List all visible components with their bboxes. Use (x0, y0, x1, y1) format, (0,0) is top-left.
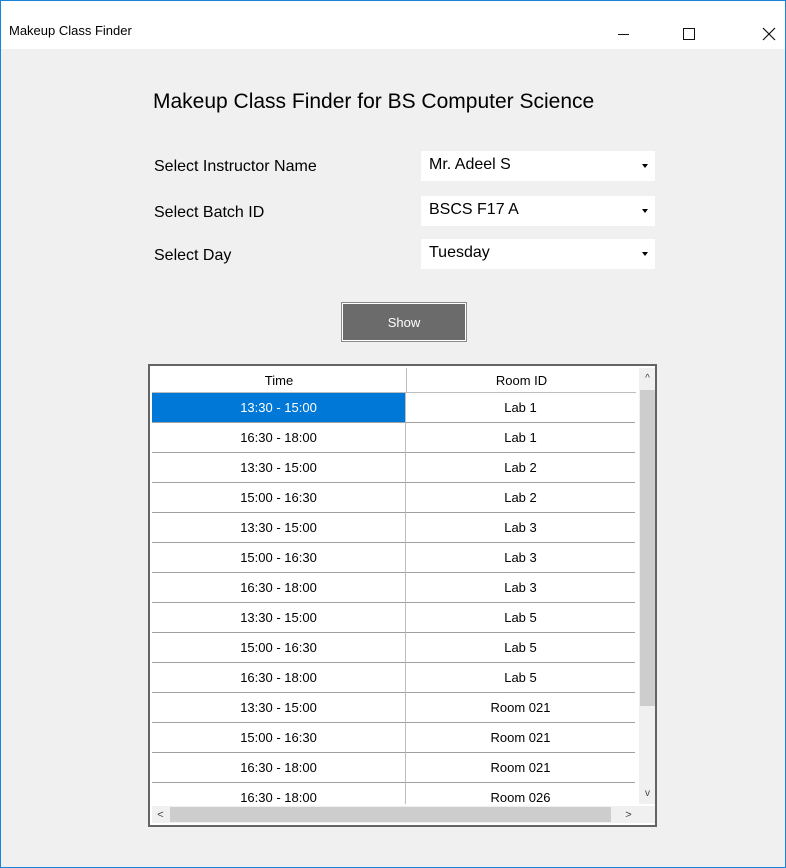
minimize-icon (617, 33, 629, 35)
instructor-select[interactable]: Mr. Adeel S (421, 151, 655, 181)
grid-viewport: Time Room ID 13:30 - 15:00 Lab 1 16:30 - 1… (152, 368, 636, 804)
scroll-down-icon[interactable]: v (639, 785, 655, 802)
app-window: Makeup Class Finder Makeup Class Finder … (0, 0, 786, 868)
show-button[interactable]: Show (341, 302, 467, 342)
time-cell[interactable]: 15:00 - 16:30 (152, 723, 406, 753)
room-id-cell[interactable]: Lab 3 (406, 573, 635, 603)
table-row[interactable]: 13:30 - 15:00 Lab 2 (152, 453, 636, 483)
results-grid[interactable]: Time Room ID 13:30 - 15:00 Lab 1 16:30 - 1… (148, 364, 657, 827)
scroll-left-icon[interactable]: < (152, 806, 169, 823)
instructor-select-value: Mr. Adeel S (429, 156, 511, 173)
table-row[interactable]: 16:30 - 18:00 Lab 3 (152, 573, 636, 603)
time-cell[interactable]: 13:30 - 15:00 (152, 513, 406, 543)
maximize-icon (683, 28, 695, 40)
room-id-cell[interactable]: Room 026 (406, 783, 635, 804)
horizontal-scrollbar[interactable]: < > (152, 806, 639, 823)
title-bar[interactable]: Makeup Class Finder (1, 1, 785, 49)
table-row[interactable]: 15:00 - 16:30 Lab 2 (152, 483, 636, 513)
table-row[interactable]: 15:00 - 16:30 Lab 5 (152, 633, 636, 663)
room-id-cell[interactable]: Lab 3 (406, 543, 635, 573)
room-id-cell[interactable]: Lab 3 (406, 513, 635, 543)
scroll-up-icon[interactable]: ^ (639, 370, 655, 387)
time-cell[interactable]: 15:00 - 16:30 (152, 543, 406, 573)
room-id-cell[interactable]: Lab 1 (406, 423, 635, 453)
table-row[interactable]: 13:30 - 15:00 Lab 3 (152, 513, 636, 543)
room-id-cell[interactable]: Lab 2 (406, 453, 635, 483)
table-row[interactable]: 15:00 - 16:30 Lab 3 (152, 543, 636, 573)
table-row[interactable]: 16:30 - 18:00 Lab 1 (152, 423, 636, 453)
dropdown-arrow-icon (642, 252, 648, 256)
room-id-cell[interactable]: Lab 2 (406, 483, 635, 513)
room-id-cell[interactable]: Room 021 (406, 753, 635, 783)
minimize-button[interactable] (600, 11, 646, 51)
table-row[interactable]: 16:30 - 18:00 Room 021 (152, 753, 636, 783)
room-id-cell[interactable]: Room 021 (406, 723, 635, 753)
page-heading: Makeup Class Finder for BS Computer Scie… (153, 90, 595, 113)
time-cell[interactable]: 13:30 - 15:00 (152, 693, 406, 723)
table-row[interactable]: 16:30 - 18:00 Lab 5 (152, 663, 636, 693)
close-icon (762, 27, 776, 41)
batch-select-value: BSCS F17 A (429, 201, 519, 218)
time-cell[interactable]: 13:30 - 15:00 (152, 453, 406, 483)
batch-select[interactable]: BSCS F17 A (421, 196, 655, 226)
dropdown-arrow-icon (642, 164, 648, 168)
room-id-cell[interactable]: Lab 1 (406, 393, 635, 423)
maximize-button[interactable] (666, 11, 712, 51)
batch-label: Select Batch ID (154, 204, 265, 221)
vertical-scrollbar[interactable]: ^ v (639, 368, 655, 804)
day-label: Select Day (154, 247, 232, 264)
table-row[interactable]: 16:30 - 18:00 Room 026 (152, 783, 636, 804)
time-cell[interactable]: 16:30 - 18:00 (152, 663, 406, 693)
horizontal-scroll-thumb[interactable] (170, 807, 611, 822)
time-cell[interactable]: 16:30 - 18:00 (152, 573, 406, 603)
column-header-room-id[interactable]: Room ID (407, 368, 636, 393)
column-header-time[interactable]: Time (152, 368, 407, 393)
time-cell[interactable]: 13:30 - 15:00 (152, 603, 406, 633)
instructor-label: Select Instructor Name (154, 158, 317, 175)
time-cell[interactable]: 16:30 - 18:00 (152, 753, 406, 783)
time-cell[interactable]: 15:00 - 16:30 (152, 483, 406, 513)
time-cell[interactable]: 13:30 - 15:00 (152, 393, 406, 423)
room-id-cell[interactable]: Lab 5 (406, 633, 635, 663)
room-id-cell[interactable]: Room 021 (406, 693, 635, 723)
close-button[interactable] (746, 11, 786, 51)
grid-body: 13:30 - 15:00 Lab 1 16:30 - 18:00 Lab 1 13:3… (152, 393, 636, 804)
window-title: Makeup Class Finder (9, 23, 132, 38)
time-cell[interactable]: 16:30 - 18:00 (152, 423, 406, 453)
scrollbar-corner (639, 806, 655, 823)
scroll-right-icon[interactable]: > (620, 806, 637, 823)
table-row[interactable]: 13:30 - 15:00 Room 021 (152, 693, 636, 723)
table-row[interactable]: 13:30 - 15:00 Lab 5 (152, 603, 636, 633)
dropdown-arrow-icon (642, 209, 648, 213)
room-id-cell[interactable]: Lab 5 (406, 663, 635, 693)
time-cell[interactable]: 16:30 - 18:00 (152, 783, 406, 804)
grid-header: Time Room ID (152, 368, 636, 393)
time-cell[interactable]: 15:00 - 16:30 (152, 633, 406, 663)
day-select-value: Tuesday (429, 244, 490, 261)
table-row[interactable]: 15:00 - 16:30 Room 021 (152, 723, 636, 753)
room-id-cell[interactable]: Lab 5 (406, 603, 635, 633)
day-select[interactable]: Tuesday (421, 239, 655, 269)
table-row[interactable]: 13:30 - 15:00 Lab 1 (152, 393, 636, 423)
vertical-scroll-thumb[interactable] (640, 390, 655, 706)
